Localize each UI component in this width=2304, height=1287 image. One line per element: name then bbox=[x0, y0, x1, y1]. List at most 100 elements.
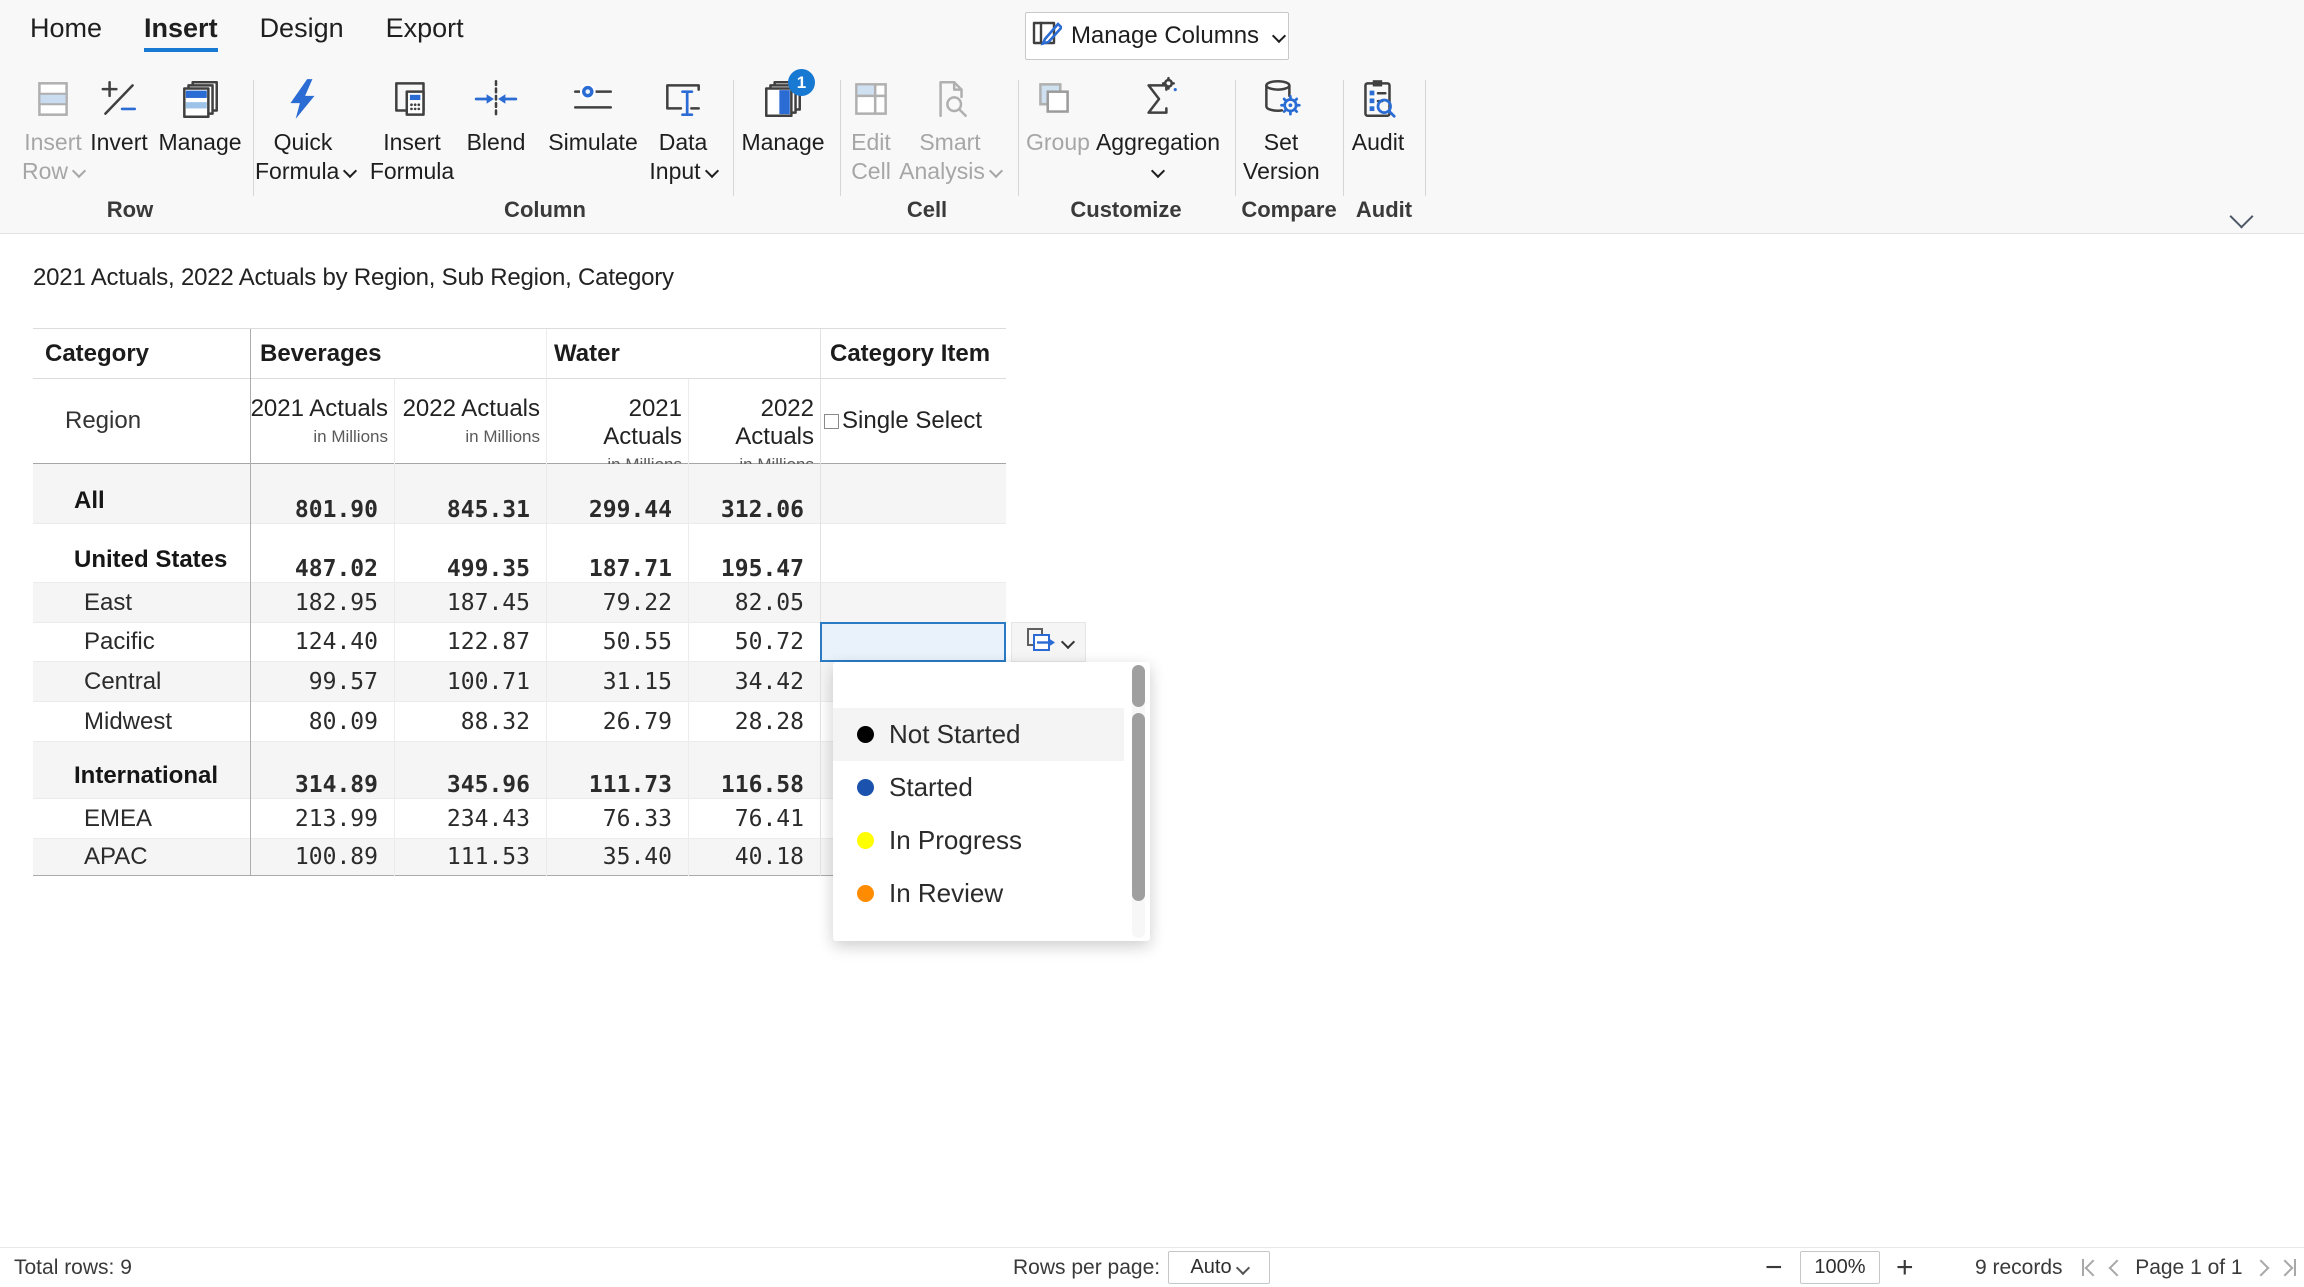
dropdown-item-started[interactable]: Started bbox=[833, 761, 1124, 814]
value-cell[interactable]: 845.31 bbox=[394, 464, 530, 531]
zoom-out-button[interactable]: − bbox=[1765, 1248, 1783, 1287]
dropdown-item-in-progress[interactable]: In Progress bbox=[833, 814, 1124, 867]
value-cell[interactable]: 79.22 bbox=[546, 583, 672, 622]
group-separator bbox=[1235, 80, 1236, 196]
value-cell[interactable]: 34.42 bbox=[688, 662, 804, 701]
first-page-button[interactable] bbox=[2082, 1259, 2099, 1276]
value-cell[interactable]: 314.89 bbox=[250, 742, 378, 806]
manage-rows-button[interactable]: Manage bbox=[152, 76, 248, 157]
tab-export[interactable]: Export bbox=[386, 13, 464, 52]
value-cell[interactable]: 28.28 bbox=[688, 702, 804, 741]
dropdown-scrollbar-thumb[interactable] bbox=[1132, 713, 1145, 901]
value-cell[interactable]: 195.47 bbox=[688, 524, 804, 590]
aggregation-button[interactable]: Aggregation bbox=[1085, 76, 1231, 186]
value-cell[interactable]: 299.44 bbox=[546, 464, 672, 531]
manage-columns-button[interactable]: Manage Columns bbox=[1025, 12, 1289, 60]
value-cell[interactable]: 82.05 bbox=[688, 583, 804, 622]
page-indicator: Page 1 of 1 bbox=[2135, 1256, 2242, 1280]
row-label[interactable]: East bbox=[33, 583, 250, 622]
invert-button[interactable]: Invert bbox=[86, 76, 152, 157]
apply-to-rows-button[interactable] bbox=[1011, 622, 1086, 662]
value-cell[interactable]: 116.58 bbox=[688, 742, 804, 806]
ribbon-collapse-chevron-icon[interactable] bbox=[2229, 204, 2253, 228]
zoom-in-button[interactable]: + bbox=[1896, 1248, 1914, 1287]
tab-design[interactable]: Design bbox=[260, 13, 344, 52]
value-cell[interactable]: 345.96 bbox=[394, 742, 530, 806]
set-version-button[interactable]: Set Version bbox=[1243, 76, 1319, 186]
next-page-button[interactable] bbox=[2255, 1262, 2267, 1274]
value-cell[interactable]: 50.55 bbox=[546, 623, 672, 661]
data-input-button[interactable]: Data Input bbox=[640, 76, 726, 186]
group-label-audit: Audit bbox=[1356, 197, 1412, 223]
value-cell[interactable]: 124.40 bbox=[250, 623, 378, 661]
insert-formula-button[interactable]: Insert Formula bbox=[360, 76, 464, 186]
row-label[interactable]: Midwest bbox=[33, 702, 250, 741]
table-row: United States 487.02 499.35 187.71 195.4… bbox=[33, 524, 1006, 583]
manage-measure-columns-button[interactable]: 1 Manage bbox=[735, 76, 831, 157]
audit-button[interactable]: Audit bbox=[1346, 76, 1410, 157]
column-divider bbox=[820, 329, 821, 876]
zoom-level-field[interactable]: 100% bbox=[1800, 1251, 1880, 1284]
quick-formula-button[interactable]: Quick Formula bbox=[255, 76, 351, 186]
value-cell[interactable]: 187.71 bbox=[546, 524, 672, 590]
value-cell[interactable]: 499.35 bbox=[394, 524, 530, 590]
row-label[interactable]: International bbox=[33, 742, 250, 798]
value-cell[interactable]: 100.71 bbox=[394, 662, 530, 701]
status-dot-yellow bbox=[857, 832, 874, 849]
value-cell[interactable]: 26.79 bbox=[546, 702, 672, 741]
value-cell[interactable]: 187.45 bbox=[394, 583, 530, 622]
value-cell[interactable]: 80.09 bbox=[250, 702, 378, 741]
manage-rows-icon bbox=[152, 76, 248, 128]
table-row: Pacific 124.40 122.87 50.55 50.72 bbox=[33, 623, 1006, 662]
dropdown-item-in-review[interactable]: In Review bbox=[833, 867, 1124, 920]
row-label[interactable]: Central bbox=[33, 662, 250, 701]
value-cell[interactable]: 234.43 bbox=[394, 799, 530, 838]
value-cell[interactable]: 312.06 bbox=[688, 464, 804, 531]
ribbon-tabs: Home Insert Design Export bbox=[30, 13, 464, 52]
smart-analysis-icon bbox=[898, 76, 1002, 128]
row-label[interactable]: EMEA bbox=[33, 799, 250, 838]
value-cell[interactable]: 31.15 bbox=[546, 662, 672, 701]
tab-home[interactable]: Home bbox=[30, 13, 102, 52]
value-cell[interactable]: 801.90 bbox=[250, 464, 378, 531]
column-divider bbox=[394, 379, 395, 876]
smart-analysis-button: Smart Analysis bbox=[898, 76, 1002, 186]
group-icon bbox=[1026, 76, 1082, 128]
status-dot-black bbox=[857, 726, 874, 743]
value-cell[interactable]: 99.57 bbox=[250, 662, 378, 701]
total-rows-label: Total rows: 9 bbox=[14, 1248, 132, 1287]
value-cell[interactable]: 35.40 bbox=[546, 839, 672, 875]
tab-insert[interactable]: Insert bbox=[144, 13, 218, 52]
notification-badge: 1 bbox=[788, 69, 815, 96]
value-cell[interactable]: 182.95 bbox=[250, 583, 378, 622]
group-label-row: Row bbox=[107, 197, 153, 223]
rows-per-page-select[interactable]: Auto bbox=[1168, 1251, 1270, 1284]
value-cell[interactable]: 76.41 bbox=[688, 799, 804, 838]
value-cell[interactable]: 100.89 bbox=[250, 839, 378, 875]
group-separator bbox=[1018, 80, 1019, 196]
edit-cell-button: Edit Cell bbox=[840, 76, 902, 186]
value-cell[interactable]: 76.33 bbox=[546, 799, 672, 838]
row-label[interactable]: United States bbox=[33, 524, 250, 582]
row-label[interactable]: All bbox=[33, 464, 250, 523]
last-page-button[interactable] bbox=[2279, 1259, 2296, 1276]
value-cell[interactable]: 111.53 bbox=[394, 839, 530, 875]
chevron-down-icon bbox=[1272, 29, 1286, 43]
value-cell[interactable]: 111.73 bbox=[546, 742, 672, 806]
value-cell[interactable]: 487.02 bbox=[250, 524, 378, 590]
value-cell[interactable]: 213.99 bbox=[250, 799, 378, 838]
status-dot-orange bbox=[857, 885, 874, 902]
value-cell[interactable]: 122.87 bbox=[394, 623, 530, 661]
value-cell[interactable]: 50.72 bbox=[688, 623, 804, 661]
blend-button[interactable]: Blend bbox=[458, 76, 534, 157]
dropdown-scrollbar-thumb[interactable] bbox=[1132, 665, 1145, 707]
selected-category-item-cell[interactable] bbox=[820, 622, 1006, 662]
value-cell[interactable]: 88.32 bbox=[394, 702, 530, 741]
chevron-down-icon bbox=[1151, 164, 1165, 178]
previous-page-button[interactable] bbox=[2111, 1262, 2123, 1274]
simulate-button[interactable]: Simulate bbox=[548, 76, 638, 157]
row-label[interactable]: APAC bbox=[33, 839, 250, 875]
value-cell[interactable]: 40.18 bbox=[688, 839, 804, 875]
dropdown-item-not-started[interactable]: Not Started bbox=[833, 708, 1124, 761]
row-label[interactable]: Pacific bbox=[33, 623, 250, 661]
